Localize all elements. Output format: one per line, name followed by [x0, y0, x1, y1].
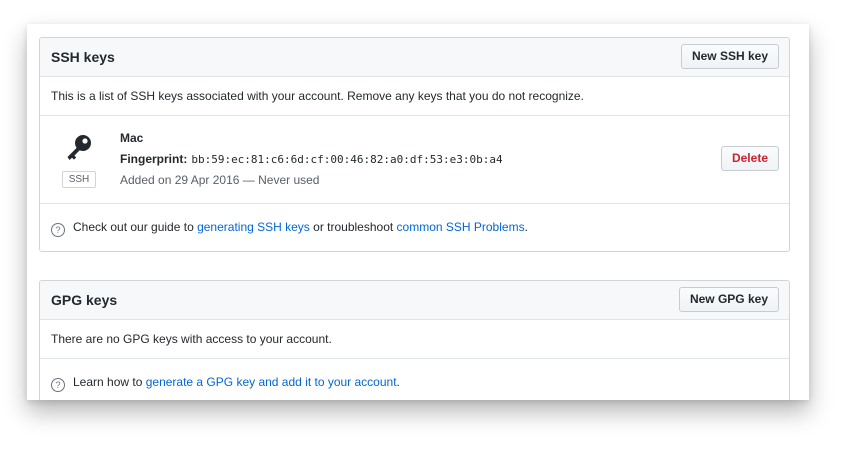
delete-ssh-key-button[interactable]: Delete [720, 146, 779, 171]
generating-ssh-keys-link[interactable]: generating SSH keys [197, 220, 310, 234]
gpg-keys-description: There are no GPG keys with access to you… [51, 332, 332, 346]
gpg-keys-header: GPG keys New GPG key [40, 281, 789, 320]
ssh-help-prefix: Check out our guide to [73, 220, 198, 234]
screenshot-stage: SSH keys New SSH key This is a list of S… [0, 0, 865, 459]
gpg-keys-title: GPG keys [51, 292, 118, 308]
ssh-key-type-badge: SSH [62, 171, 96, 188]
ssh-key-name: Mac [120, 131, 144, 145]
ssh-keys-help-text: ? Check out our guide to generating SSH k… [51, 220, 528, 237]
generate-gpg-key-link[interactable]: generate a GPG key and add it to your ac… [146, 375, 397, 389]
ssh-help-middle: or troubleshoot [309, 220, 397, 234]
question-circle-icon: ? [51, 378, 65, 392]
gpg-keys-help-row: ? Learn how to generate a GPG key and add… [40, 359, 789, 400]
key-icon [67, 135, 91, 160]
ssh-keys-header: SSH keys New SSH key [40, 38, 789, 77]
common-ssh-problems-link[interactable]: common SSH Problems [397, 220, 525, 234]
fingerprint-label: Fingerprint: [120, 152, 188, 166]
ssh-keys-help-row: ? Check out our guide to generating SSH k… [40, 204, 789, 250]
ssh-key-added-date: Added on 29 Apr 2016 — Never used [120, 173, 320, 187]
ssh-keys-title: SSH keys [51, 49, 115, 65]
question-circle-icon: ? [51, 223, 65, 237]
settings-panel: SSH keys New SSH key This is a list of S… [27, 24, 809, 400]
ssh-key-fingerprint-line: Fingerprint: bb:59:ec:81:c6:6d:cf:00:46:8… [120, 152, 503, 166]
new-gpg-key-button[interactable]: New GPG key [678, 287, 779, 312]
gpg-help-prefix: Learn how to [73, 375, 146, 389]
fingerprint-value: bb:59:ec:81:c6:6d:cf:00:46:82:a0:df:53:e… [191, 153, 503, 166]
gpg-keys-help-text: ? Learn how to generate a GPG key and add… [51, 375, 400, 392]
gpg-keys-description-row: There are no GPG keys with access to you… [40, 320, 789, 359]
ssh-keys-description-row: This is a list of SSH keys associated wi… [40, 77, 789, 116]
ssh-keys-description: This is a list of SSH keys associated wi… [51, 89, 584, 103]
ssh-key-item: SSH Mac Fingerprint: bb:59:ec:81:c6:6d:cf… [40, 116, 789, 204]
ssh-keys-section: SSH keys New SSH key This is a list of S… [39, 37, 790, 252]
ssh-help-suffix: . [524, 220, 528, 234]
new-ssh-key-button[interactable]: New SSH key [680, 44, 779, 69]
gpg-help-suffix: . [396, 375, 400, 389]
gpg-keys-section: GPG keys New GPG key There are no GPG ke… [39, 280, 790, 400]
